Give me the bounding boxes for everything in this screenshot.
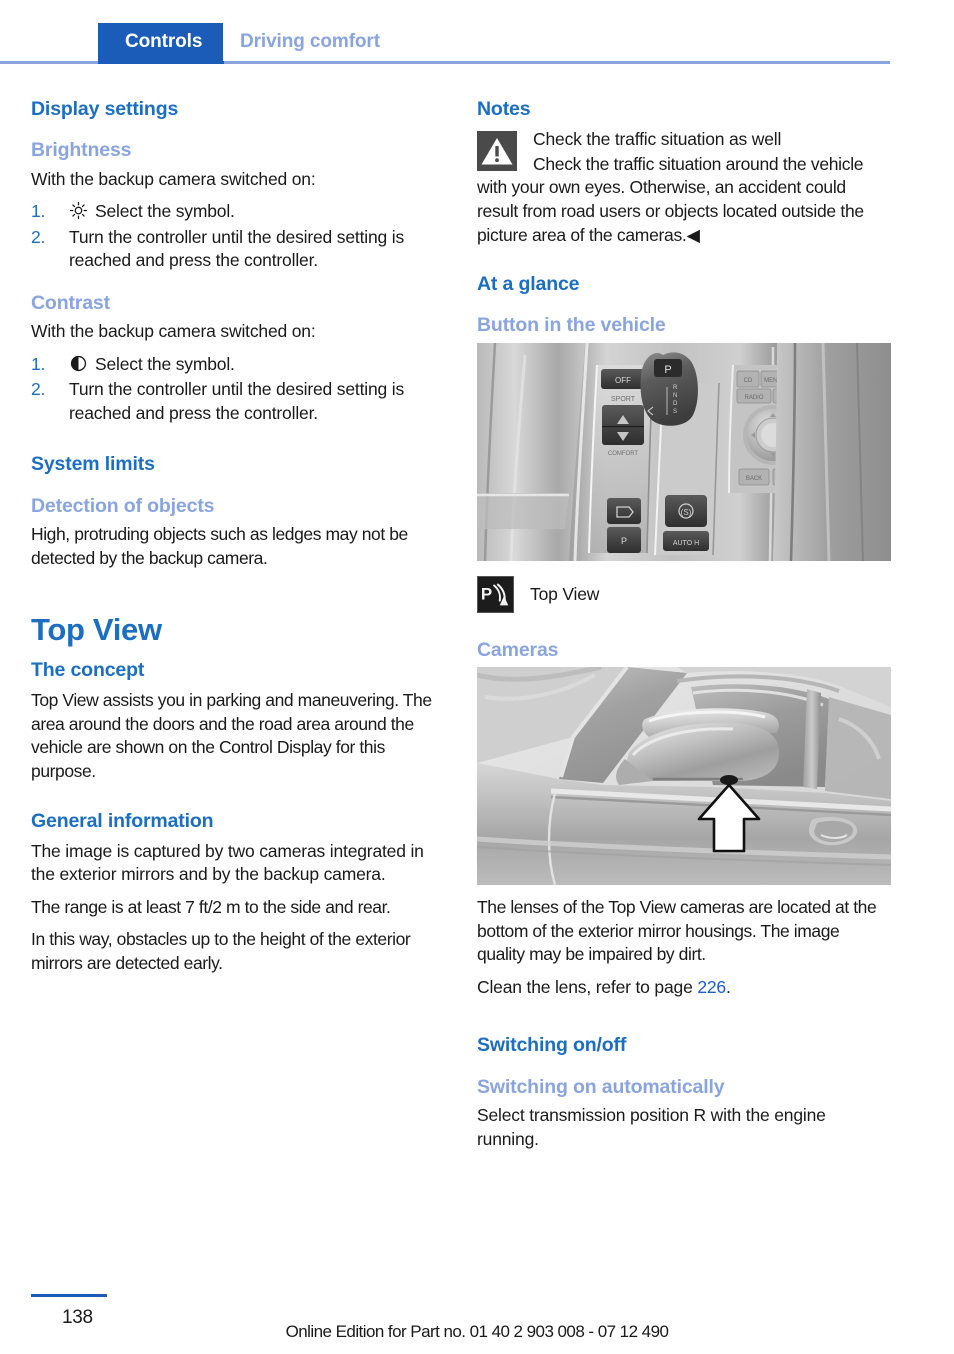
heading-general-information: General information [31,809,214,832]
svg-text:R: R [673,385,678,391]
contrast-steps: 1. Select the symbol. 2. Turn the contro… [31,353,443,426]
heading-display-settings: Display settings [31,98,179,120]
general-information-paragraph-2: The range is at least 7 ft/2 m to the si… [31,896,391,917]
list-item: 2. Turn the controller until the desired… [31,378,443,425]
svg-text:S: S [673,409,677,415]
svg-text:P: P [664,364,671,376]
general-information-paragraph-3: In this way, obstacles up to the height … [31,929,411,974]
clean-lens-suffix: . [725,976,731,997]
svg-text:P: P [621,536,627,546]
warning-triangle-icon [477,131,517,172]
svg-text:N: N [673,393,677,399]
header-rule-active [98,61,224,64]
contrast-half-circle-icon [69,354,88,373]
svg-text:AUTO H: AUTO H [673,540,699,547]
top-view-button-caption: P Top View [477,575,889,613]
heading-at-a-glance: At a glance [477,273,580,296]
end-of-note-mark: ◀ [686,224,700,245]
brightness-intro: With the backup camera switched on: [31,168,316,189]
step-number: 2. [31,379,46,400]
step-text: Select the symbol. [95,201,235,222]
svg-text:BACK: BACK [746,476,762,482]
clean-lens-prefix: Clean the lens, refer to page [477,976,698,997]
heading-the-concept: The concept [31,658,145,681]
step-number: 1. [31,201,46,222]
svg-text:COMFORT: COMFORT [608,451,639,457]
switching-on-automatically-text: Select transmission position R with the … [477,1105,826,1149]
list-item: 1. Select the symbol. [31,353,443,377]
brightness-sun-icon [69,201,88,220]
left-column: Display settings Brightness With the bac… [31,98,443,976]
list-item: 2. Turn the controller until the desired… [31,226,443,273]
right-column: Notes Check the traffic situation as wel… [477,98,891,1151]
heading-cameras: Cameras [477,638,559,661]
heading-switching-on-off: Switching on/off [477,1034,627,1057]
brightness-steps: 1. Select the symbol. 2. Turn the contro… [31,200,443,273]
heading-brightness: Brightness [31,139,132,162]
top-view-caption-label: Top View [530,583,600,604]
warning-note-block: Check the traffic situation as well Chec… [477,128,889,247]
step-text: Select the symbol. [95,353,235,374]
page-title-top-view: Top View [31,612,162,648]
svg-text:RADIO: RADIO [744,395,763,401]
svg-text:(S): (S) [681,508,692,517]
svg-text:CD: CD [744,378,753,384]
exterior-mirror-camera-photo [477,667,891,886]
the-concept-text: Top View assists you in parking and mane… [31,690,432,781]
cameras-paragraph-1: The lenses of the Top View cameras are l… [477,897,877,965]
top-view-button-icon: P [477,575,514,613]
cameras-clean-lens-paragraph: Clean the lens, refer to page 226. [477,976,889,1000]
detection-of-objects-text: High, protruding objects such as ledges … [31,524,408,568]
svg-text:OFF: OFF [615,376,631,385]
heading-switching-on-automatically: Switching on automatically [477,1075,725,1098]
warning-title: Check the traffic situation as well [533,129,782,150]
heading-system-limits: System limits [31,453,155,476]
step-text: Turn the controller until the desired se… [69,226,405,271]
footer-rule [31,1294,107,1297]
center-console-photo: OFF SPORT COMFORT P P R N D S (S) AUTO H… [477,342,891,561]
list-item: 1. Select the symbol. [31,200,443,224]
step-number: 1. [31,353,46,374]
heading-notes: Notes [477,98,531,120]
breadcrumb-subtitle-driving-comfort[interactable]: Driving comfort [240,23,380,61]
warning-body-text: Check the traffic situation around the v… [477,153,864,245]
contrast-intro: With the backup camera switched on: [31,321,316,342]
step-text: Turn the controller until the desired se… [69,379,405,423]
svg-text:SPORT: SPORT [611,396,636,403]
step-number: 2. [31,226,46,247]
heading-contrast: Contrast [31,291,110,314]
heading-detection-of-objects: Detection of objects [31,494,215,517]
svg-text:D: D [673,401,678,407]
warning-body: Check the traffic situation around the v… [477,153,889,247]
footer-edition-note: Online Edition for Part no. 01 40 2 903 … [285,1322,669,1341]
svg-text:P: P [481,585,492,604]
general-information-paragraph-1: The image is captured by two cameras int… [31,840,424,885]
page-reference-link[interactable]: 226 [697,977,726,997]
page-header: Controls Driving comfort [0,23,954,64]
breadcrumb-tab-controls[interactable]: Controls [98,23,224,61]
heading-button-in-the-vehicle: Button in the vehicle [477,314,666,337]
